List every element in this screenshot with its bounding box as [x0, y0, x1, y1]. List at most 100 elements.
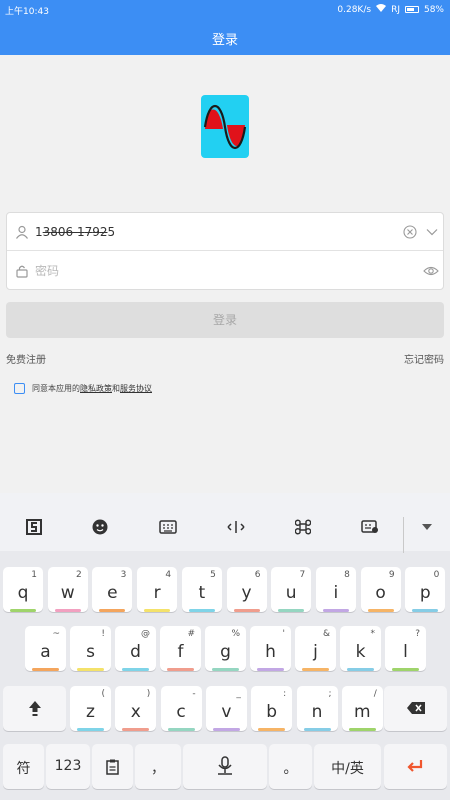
account-input[interactable] [35, 221, 395, 243]
key-letter: y [241, 583, 252, 603]
key-letter: r [153, 583, 161, 603]
key-w[interactable]: w2 [47, 567, 88, 612]
sogou-logo-icon[interactable] [23, 517, 45, 537]
key-p[interactable]: p0 [405, 567, 446, 612]
enter-key[interactable] [384, 744, 447, 789]
backspace-key[interactable] [384, 686, 447, 731]
key-r[interactable]: r4 [137, 567, 178, 612]
key-underline [122, 668, 149, 671]
key-d[interactable]: d @ [115, 626, 156, 671]
command-icon[interactable] [292, 517, 314, 537]
key-underline [77, 668, 104, 671]
agreement-checkbox[interactable] [14, 383, 25, 394]
key-l[interactable]: l? [385, 626, 426, 671]
key-letter: m [354, 702, 371, 722]
collapse-keyboard-icon[interactable] [416, 517, 438, 537]
keyboard-toolbar [0, 493, 450, 553]
key-h[interactable]: h ' [250, 626, 291, 671]
period-key[interactable]: 。 [269, 744, 312, 789]
chevron-down-icon[interactable] [425, 224, 439, 238]
key-q[interactable]: q1 [3, 567, 43, 612]
key-u[interactable]: u7 [271, 567, 312, 612]
key-underline [367, 609, 394, 612]
key-a[interactable]: a ~ [25, 626, 66, 671]
key-secondary: 6 [254, 570, 261, 580]
eye-icon[interactable] [423, 263, 439, 277]
shift-key[interactable] [3, 686, 66, 731]
agreement-row: 同意本应用的 隐私政策 和 服务协议 [14, 383, 152, 394]
keyboard-icon[interactable] [157, 517, 179, 537]
key-b[interactable]: b: [251, 686, 293, 731]
key-secondary: : [283, 689, 287, 699]
login-button[interactable]: 登录 [6, 302, 444, 338]
key-underline [233, 609, 260, 612]
privacy-policy-link[interactable]: 隐私政策 [80, 383, 112, 394]
keyboard-settings-icon[interactable] [359, 517, 381, 537]
carrier: RJ [391, 4, 400, 15]
key-s[interactable]: s! [70, 626, 111, 671]
emoji-icon[interactable] [89, 517, 111, 537]
key-y[interactable]: y6 [226, 567, 267, 612]
cursor-move-icon[interactable] [225, 517, 247, 537]
key-e[interactable]: e3 [92, 567, 133, 612]
key-f[interactable]: f # [160, 626, 201, 671]
key-z[interactable]: z( [70, 686, 111, 731]
key-x[interactable]: x) [115, 686, 157, 731]
comma-key[interactable]: ， [135, 744, 181, 789]
key-underline [392, 668, 419, 671]
key-underline [303, 728, 331, 731]
terms-link[interactable]: 服务协议 [120, 383, 152, 394]
key-secondary: # [187, 629, 195, 639]
key-letter: a [40, 642, 51, 662]
key-secondary: _ [236, 689, 241, 699]
key-secondary: ; [328, 689, 332, 699]
key-underline [412, 609, 439, 612]
key-letter: i [333, 583, 339, 603]
key-secondary: * [370, 629, 376, 639]
key-secondary: / [373, 689, 377, 699]
key-c[interactable]: c- [160, 686, 202, 731]
key-v[interactable]: v _ [205, 686, 247, 731]
key-letter: d [130, 642, 141, 662]
account-row [7, 213, 443, 251]
key-j[interactable]: j & [295, 626, 336, 671]
language-toggle-key[interactable]: 中/英 [314, 744, 381, 789]
app-logo [201, 95, 249, 158]
key-g[interactable]: g% [205, 626, 246, 671]
forgot-password-link[interactable]: 忘记密码 [404, 351, 444, 366]
key-letter: e [107, 583, 118, 603]
key-k[interactable]: k * [340, 626, 381, 671]
key-underline [144, 609, 171, 612]
register-link[interactable]: 免费注册 [6, 351, 46, 366]
battery-level: 58% [423, 4, 444, 15]
key-secondary: ! [101, 629, 105, 639]
key-letter: x [130, 702, 141, 722]
clear-icon[interactable] [403, 224, 417, 239]
key-underline [99, 609, 126, 612]
toolbar-divider [403, 517, 404, 553]
key-letter: h [265, 642, 276, 662]
key-secondary: - [192, 689, 196, 699]
numbers-key[interactable]: 123 [46, 744, 90, 789]
clipboard-key[interactable] [92, 744, 133, 789]
key-n[interactable]: n; [296, 686, 338, 731]
key-t[interactable]: t5 [181, 567, 222, 612]
symbols-key[interactable]: 符 [3, 744, 44, 789]
space-key[interactable] [183, 744, 267, 789]
key-underline [167, 728, 195, 731]
key-underline [212, 668, 239, 671]
key-m[interactable]: m / [341, 686, 383, 731]
network-speed: 0.28K/s [337, 4, 372, 15]
key-underline [10, 609, 36, 612]
agreement-and: 和 [112, 384, 120, 393]
key-letter: k [355, 642, 366, 662]
key-secondary: % [231, 629, 240, 639]
key-underline [77, 728, 104, 731]
login-form [6, 212, 444, 290]
key-letter: p [419, 583, 431, 603]
key-secondary: ) [146, 689, 151, 699]
key-i[interactable]: i8 [315, 567, 356, 612]
key-letter: v [221, 702, 232, 722]
password-input[interactable] [35, 260, 395, 282]
key-o[interactable]: o9 [360, 567, 401, 612]
